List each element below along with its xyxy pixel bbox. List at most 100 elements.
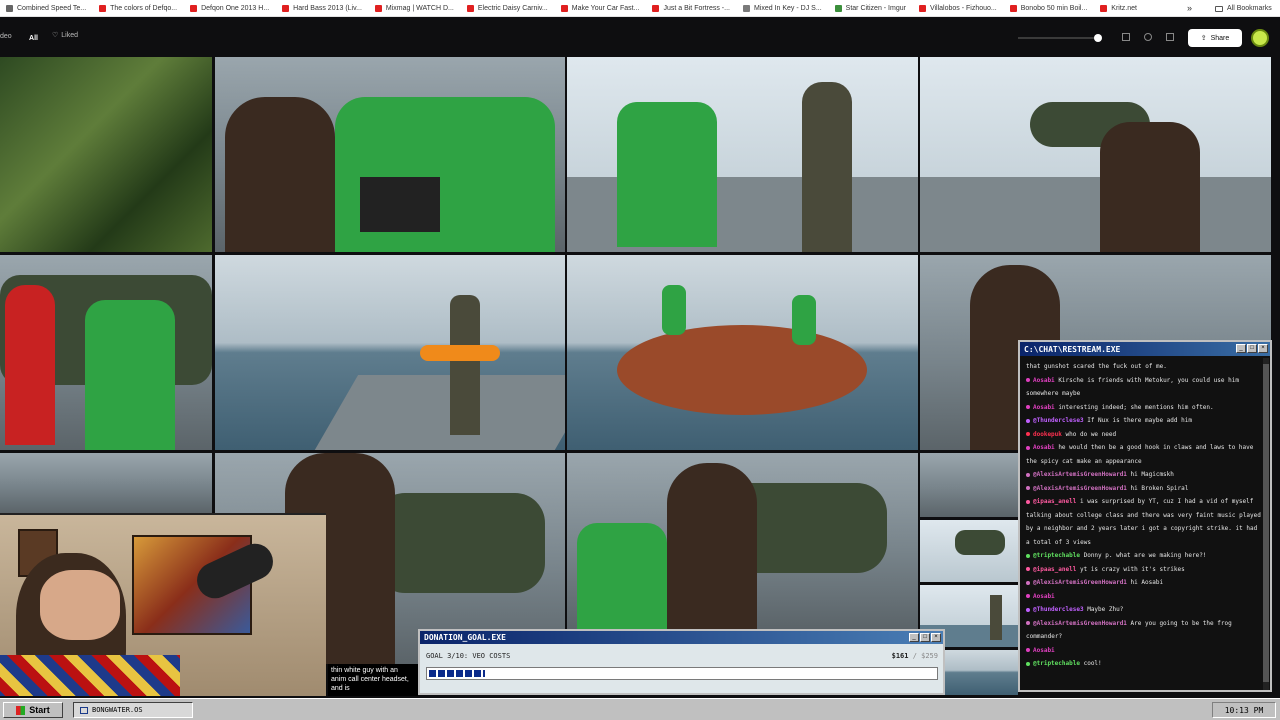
platform-badge-icon xyxy=(1026,405,1030,409)
image-tile[interactable] xyxy=(0,57,212,252)
chat-username[interactable]: @Thunderclese3 xyxy=(1033,606,1084,613)
chat-username[interactable]: Aosabi xyxy=(1033,593,1055,600)
clock: 10:13 PM xyxy=(1224,705,1264,715)
zoom-slider-handle[interactable] xyxy=(1094,34,1102,42)
bookmark-item[interactable]: Bonobo 50 min Boil... xyxy=(1009,4,1087,12)
all-bookmarks-label: All Bookmarks xyxy=(1227,5,1272,12)
chat-text: hi Aosabi xyxy=(1130,579,1164,586)
chat-username[interactable]: @AlexisArtemisGreenHoward1 xyxy=(1033,471,1127,478)
image-tile[interactable] xyxy=(215,255,565,450)
donation-goal-window[interactable]: DONATION_GOAL.EXE _ □ × GOAL 3/10: VEO C… xyxy=(418,629,945,695)
maximize-icon[interactable]: □ xyxy=(920,633,930,642)
image-tile[interactable] xyxy=(945,650,1018,695)
bookmark-item[interactable]: Electric Daisy Carniv... xyxy=(466,4,548,12)
bookmark-item[interactable]: Star Citizen - Imgur xyxy=(834,4,906,12)
bookmark-item[interactable]: Mixed In Key - DJ S... xyxy=(742,4,822,12)
chat-username[interactable]: Aosabi xyxy=(1033,404,1055,411)
bookmark-favicon-icon xyxy=(834,4,842,12)
image-tile[interactable] xyxy=(215,57,565,252)
bookmark-item[interactable]: Villalobos - Fizhouo... xyxy=(918,4,997,12)
bookmark-item[interactable]: Kritz.net xyxy=(1100,4,1137,12)
chat-username[interactable]: Aosabi xyxy=(1033,647,1055,654)
chat-message: @AlexisArtemisGreenHoward1 hi Aosabi xyxy=(1026,576,1264,590)
bookmark-label: Star Citizen - Imgur xyxy=(845,4,906,12)
bookmark-item[interactable]: Just a Bit Fortress -... xyxy=(652,4,730,12)
bookmark-favicon-icon xyxy=(466,4,474,12)
maximize-icon[interactable]: □ xyxy=(1247,344,1257,353)
chat-text: hi Magicmskh xyxy=(1130,471,1174,478)
zoom-slider[interactable] xyxy=(1018,34,1102,42)
image-tile[interactable] xyxy=(567,453,918,629)
tab-all[interactable]: All xyxy=(25,31,42,46)
close-icon[interactable]: × xyxy=(931,633,941,642)
chat-text: cool! xyxy=(1083,660,1102,667)
bookmark-favicon-icon xyxy=(742,4,750,12)
chat-text: i was surprised by YT, cuz I had a vid o… xyxy=(1026,498,1261,546)
share-button[interactable]: ⇪ Share xyxy=(1188,29,1242,47)
chat-text: Donny p. what are we making here?! xyxy=(1083,552,1207,559)
close-icon[interactable]: × xyxy=(1258,344,1268,353)
chat-titlebar[interactable]: C:\CHAT\RESTREAM.EXE xyxy=(1020,342,1270,356)
donation-goal-label: GOAL 3/10: VEO COSTS xyxy=(426,652,511,660)
chat-message: @AlexisArtemisGreenHoward1 Are you going… xyxy=(1026,617,1264,644)
share-label: Share xyxy=(1210,34,1230,42)
tab-video[interactable]: deo xyxy=(0,33,12,40)
start-button[interactable]: Start xyxy=(3,702,63,718)
chat-username[interactable]: @triptechable xyxy=(1033,552,1080,559)
chat-username[interactable]: Aosabi xyxy=(1033,444,1055,451)
bookmark-favicon-icon xyxy=(652,4,660,12)
share-icon: ⇪ xyxy=(1200,35,1207,42)
avatar[interactable] xyxy=(1251,29,1269,47)
chat-scrollbar[interactable] xyxy=(1263,358,1269,690)
image-tile[interactable] xyxy=(920,453,1018,517)
view-grid-icon[interactable] xyxy=(1166,33,1174,41)
taskbar-app-label: BONGWATER.OS xyxy=(92,706,143,714)
view-list-icon[interactable] xyxy=(1122,33,1130,41)
chat-message: @triptechable cool! xyxy=(1026,657,1264,671)
streamer-face xyxy=(40,570,120,640)
chat-scrollbar-thumb[interactable] xyxy=(1263,364,1269,682)
taskbar-app-button[interactable]: BONGWATER.OS xyxy=(73,702,193,718)
chat-username[interactable]: @AlexisArtemisGreenHoward1 xyxy=(1033,620,1127,627)
chat-window[interactable]: C:\CHAT\RESTREAM.EXE _ □ × that gunshot … xyxy=(1018,340,1272,692)
image-tile[interactable] xyxy=(920,520,1018,582)
tab-liked-label: Liked xyxy=(61,31,79,39)
minimize-icon[interactable]: _ xyxy=(909,633,919,642)
donation-progress-fill xyxy=(429,670,485,677)
image-tile[interactable] xyxy=(567,255,918,450)
chat-username[interactable]: dookepuk xyxy=(1033,431,1062,438)
chat-text: who do we need xyxy=(1065,430,1117,438)
bookmark-item[interactable]: Combined Speed Te... xyxy=(6,4,86,12)
bookmark-favicon-icon xyxy=(282,4,290,12)
chat-username[interactable]: @triptechable xyxy=(1033,660,1080,667)
image-tile[interactable] xyxy=(920,57,1271,252)
image-tile[interactable] xyxy=(0,255,212,450)
chat-username[interactable]: @ipaas_anell xyxy=(1033,498,1076,505)
start-label: Start xyxy=(29,705,50,715)
app-window-icon xyxy=(80,706,88,714)
tab-liked[interactable]: ♡ Liked xyxy=(52,31,79,40)
bookmark-item[interactable]: The colors of Defqo... xyxy=(99,4,177,12)
chat-username[interactable]: @Thunderclese3 xyxy=(1033,417,1084,424)
chat-username[interactable]: @AlexisArtemisGreenHoward1 xyxy=(1033,579,1127,586)
image-tile[interactable] xyxy=(567,57,918,252)
bookmark-item[interactable]: Mixmag | WATCH D... xyxy=(374,4,454,12)
chat-text: hi Broken Spiral xyxy=(1130,484,1189,492)
chat-message: that gunshot scared the fuck out of me. xyxy=(1026,360,1264,374)
donation-info: GOAL 3/10: VEO COSTS $161 / $259 xyxy=(426,652,938,660)
platform-badge-icon xyxy=(1026,648,1030,652)
bookmark-item[interactable]: Make Your Car Fast... xyxy=(560,4,639,12)
bookmark-item[interactable]: Hard Bass 2013 (Liv... xyxy=(282,4,362,12)
minimize-icon[interactable]: _ xyxy=(1236,344,1246,353)
all-bookmarks-button[interactable]: All Bookmarks xyxy=(1215,0,1272,17)
chat-username[interactable]: @AlexisArtemisGreenHoward1 xyxy=(1033,485,1127,492)
heart-icon: ♡ xyxy=(52,32,59,39)
bookmark-item[interactable]: Defqon One 2013 H... xyxy=(190,4,269,12)
view-compact-icon[interactable] xyxy=(1144,33,1152,41)
chat-text: yt is crazy with it's strikes xyxy=(1079,565,1185,573)
donation-titlebar[interactable]: DONATION_GOAL.EXE xyxy=(420,631,943,644)
chat-username[interactable]: Aosabi xyxy=(1033,377,1055,384)
bookmarks-overflow-button[interactable]: » xyxy=(1187,3,1192,13)
image-tile[interactable] xyxy=(0,453,212,513)
chat-username[interactable]: @ipaas_anell xyxy=(1033,566,1076,573)
